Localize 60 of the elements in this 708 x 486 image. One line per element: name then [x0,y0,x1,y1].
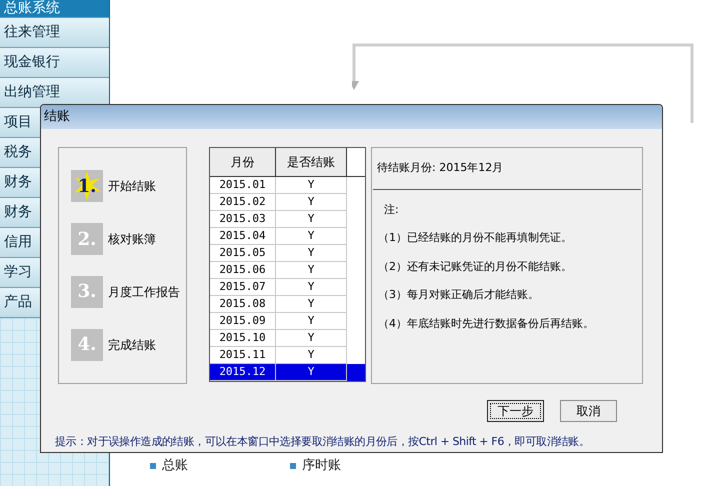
table-cell: 2015.07 [210,279,276,296]
window-title: 结账 [41,105,662,129]
menu-link[interactable]: 序时账 [302,456,341,476]
table-cell: Y [276,313,347,330]
step-icon: 2. [71,223,103,256]
dialog-button[interactable]: 下一步 [487,400,544,422]
note-text: （1）已经结账的月份不能再填制凭证。 [378,230,573,246]
sidebar-item[interactable]: 出纳管理 [0,78,109,108]
hint-text: 提示：对于误操作造成的结账，可以在本窗口中选择要取消结账的月份后，按Ctrl + Shift + F6，即可取消结账。 [54,434,591,450]
table-cell: 2015.12 [210,364,276,381]
sidebar-item[interactable]: 往来管理 [0,18,109,48]
step-label: 核对账簿 [108,231,156,248]
step-icon: 4. [71,328,103,361]
table-cell: 2015.01 [210,177,276,194]
sidebar-item[interactable]: 现金银行 [0,48,109,78]
table-row[interactable]: 2015.04 Y [210,228,365,245]
table-row[interactable]: 2015.09 Y [210,313,365,330]
menu-link[interactable]: 总账 [162,456,188,476]
column-header: 月份 [210,148,276,176]
sidebar-item[interactable]: 总账系统 [0,0,109,18]
table-row[interactable]: 2015.12 Y [210,364,365,381]
table-cell: Y [276,364,347,381]
table-row[interactable]: 2015.08 Y [210,296,365,313]
table-cell: 2015.03 [210,211,276,228]
table-cell: 2015.02 [210,194,276,211]
table-cell: 2015.08 [210,296,276,313]
bullet-icon [150,462,156,469]
table-cell: 2015.06 [210,262,276,279]
table-cell: 2015.05 [210,245,276,262]
table-cell: Y [276,228,347,245]
table-cell: Y [276,211,347,228]
table-row[interactable]: 2015.06 Y [210,262,365,279]
table-row[interactable]: 2015.10 Y [210,330,365,347]
table-cell: Y [276,262,347,279]
note-text: （3）每月对账正确后才能结账。 [378,287,540,303]
step-icon: 3. [71,276,103,308]
table-cell: Y [276,245,347,262]
table-row[interactable]: 2015.07 Y [210,279,365,296]
table-cell: Y [276,330,347,347]
step-label: 完成结账 [108,336,156,354]
table-row[interactable]: 2015.03 Y [210,211,365,228]
note-title: 注: [383,202,400,218]
note-text: （2）还有未记账凭证的月份不能结账。 [378,258,573,274]
table-row[interactable]: 2015.05 Y [210,245,365,262]
step-label: 开始结账 [108,178,156,196]
table-cell: 2015.04 [210,228,276,245]
table-row[interactable]: 2015.02 Y [210,194,365,211]
step-label: 月度工作报告 [108,284,180,301]
table-row[interactable]: 2015.01 Y [210,177,365,194]
table-cell: Y [276,194,347,211]
table-cell: 2015.09 [210,313,276,330]
column-header: 是否结账 [276,148,347,176]
table-cell: Y [276,279,347,296]
bullet-icon [290,462,296,469]
table-cell: Y [276,296,347,313]
pending-month: 待结账月份: 2015年12月 [373,148,641,190]
table-cell: Y [276,177,347,194]
table-cell: 2015.10 [210,330,276,347]
dialog-button[interactable]: 取消 [560,400,617,422]
note-text: （4）年底结账时先进行数据备份后再结账。 [378,316,595,332]
